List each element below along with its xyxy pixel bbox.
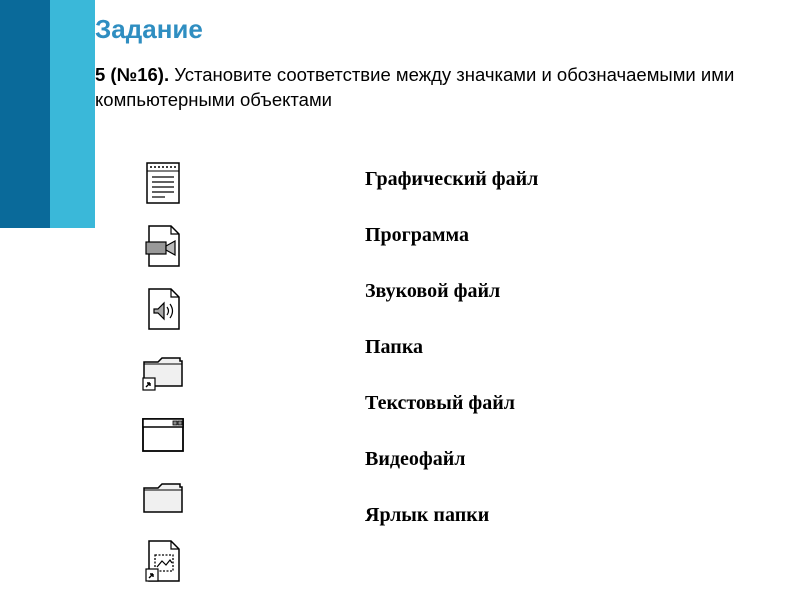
text-file-icon [140,160,186,206]
icons-column [140,160,186,584]
label-folder: Папка [365,336,538,359]
folder-shortcut-icon [140,349,186,395]
label-video-file: Видеофайл [365,448,538,471]
image-file-shortcut-icon [140,538,186,584]
task-title: Задание [95,14,785,45]
label-graphic-file: Графический файл [365,168,538,191]
audio-file-icon [140,286,186,332]
label-audio-file: Звуковой файл [365,280,538,303]
video-file-icon [140,223,186,269]
folder-icon [140,475,186,521]
labels-column: Графический файл Программа Звуковой файл… [365,168,538,527]
label-text-file: Текстовый файл [365,392,538,415]
label-program: Программа [365,224,538,247]
task-instruction: 5 (№16). Установите соответствие между з… [95,63,785,113]
task-instruction-text: Установите соответствие между значками и… [95,64,734,110]
task-number: 5 (№16). [95,64,169,85]
program-window-icon [140,412,186,458]
sidebar-accent-dark [0,0,50,228]
sidebar-accent-light [50,0,95,228]
label-folder-shortcut: Ярлык папки [365,504,538,527]
